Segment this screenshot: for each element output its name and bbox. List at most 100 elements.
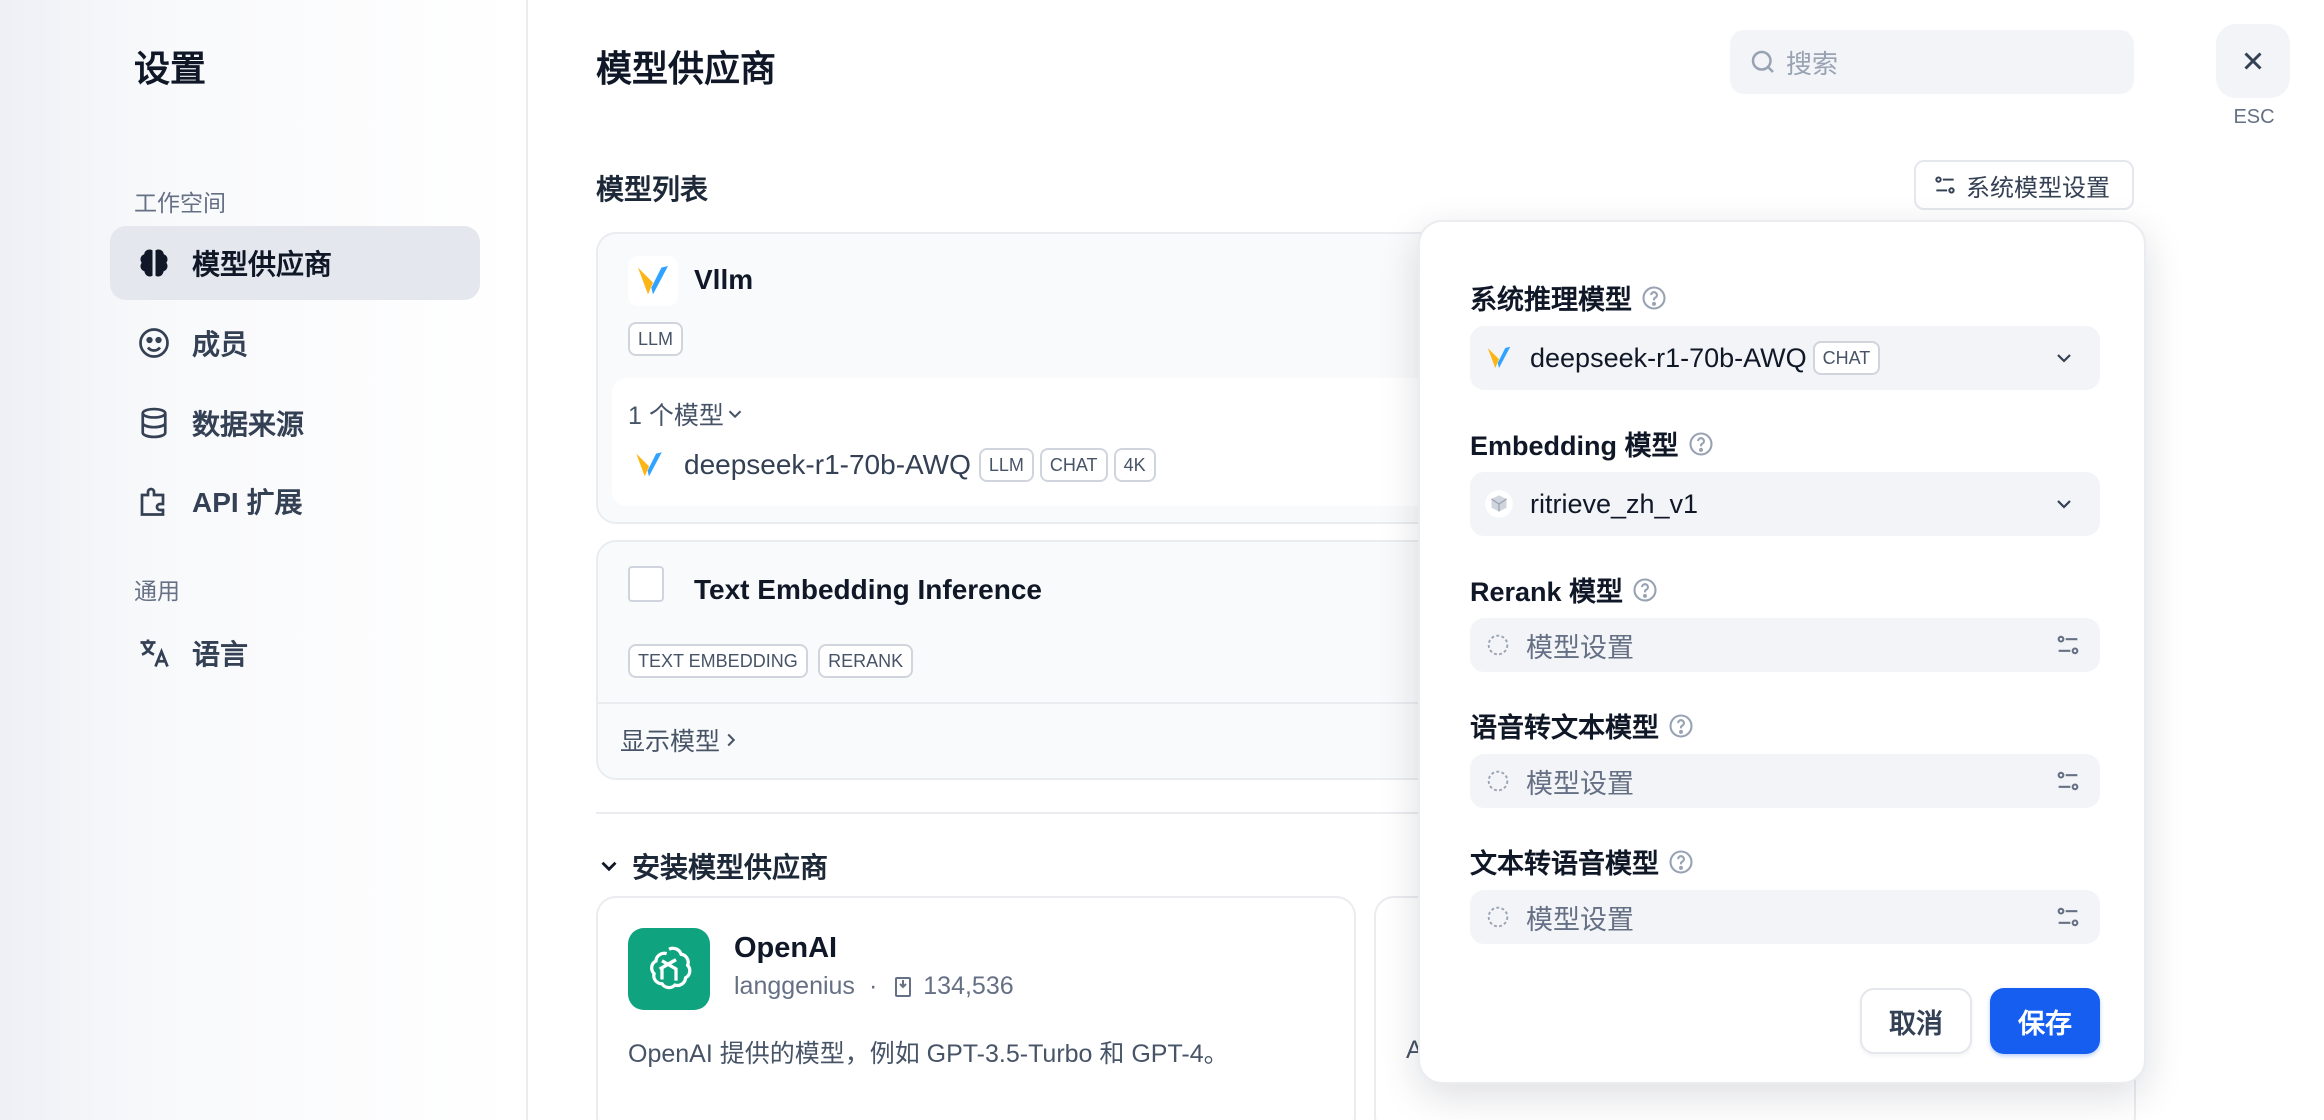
settings-sliders-icon bbox=[1935, 176, 1955, 194]
field-label-reasoning: 系统推理模型 bbox=[1470, 278, 1668, 317]
system-model-settings-button[interactable]: 系统模型设置 bbox=[1914, 160, 2134, 210]
puzzle-icon bbox=[140, 487, 165, 516]
field-label-text: Rerank 模型 bbox=[1470, 577, 1624, 607]
reasoning-model-select[interactable]: deepseek-r1-70b-AWQ CHAT bbox=[1470, 326, 2100, 390]
select-placeholder: 模型设置 bbox=[1526, 632, 1634, 663]
vllm-logo-icon bbox=[636, 452, 662, 477]
install-card-meta: langgenius · 134,536 bbox=[734, 972, 1014, 1001]
chevron-down-icon bbox=[2057, 500, 2071, 509]
members-icon bbox=[139, 328, 169, 358]
dashed-circle-icon bbox=[1487, 770, 1509, 792]
settings-sliders-icon bbox=[2057, 635, 2079, 655]
install-card-name: OpenAI bbox=[734, 932, 838, 964]
close-icon bbox=[2244, 52, 2262, 70]
vllm-logo-icon bbox=[628, 256, 678, 306]
sidebar-item-label: API 扩展 bbox=[192, 487, 303, 518]
chevron-down-icon bbox=[2057, 354, 2071, 363]
settings-sliders-icon bbox=[2057, 771, 2079, 791]
download-icon bbox=[895, 976, 912, 997]
help-icon[interactable] bbox=[1687, 430, 1715, 458]
help-icon[interactable] bbox=[1667, 848, 1695, 876]
chevron-down-icon bbox=[728, 410, 742, 419]
sidebar-item-data-source[interactable]: 数据来源 bbox=[110, 386, 480, 460]
install-section-toggle[interactable]: 安装模型供应商 bbox=[596, 846, 828, 886]
help-icon[interactable] bbox=[1640, 284, 1668, 312]
page-title: 模型供应商 bbox=[596, 48, 777, 89]
broken-image-icon bbox=[628, 566, 664, 602]
field-label-text-to-speech: 文本转语音模型 bbox=[1470, 842, 1695, 881]
provider-name: Text Embedding Inference bbox=[694, 574, 1042, 605]
tag-llm: LLM bbox=[628, 322, 684, 356]
settings-sidebar: 设置 工作空间 模型供应商 成员 数据来源 API 扩展 通用 语言 bbox=[0, 0, 528, 1120]
model-count-label: 1 个模型 bbox=[628, 402, 724, 430]
search-placeholder: 搜索 bbox=[1786, 48, 1839, 79]
dashed-circle-icon bbox=[1487, 906, 1509, 928]
install-card-installs: 134,536 bbox=[923, 972, 1014, 1000]
rerank-model-select[interactable]: 模型设置 bbox=[1470, 618, 2100, 672]
speech-to-text-model-select[interactable]: 模型设置 bbox=[1470, 754, 2100, 808]
cancel-button[interactable]: 取消 bbox=[1860, 988, 1972, 1054]
tag-chat: CHAT bbox=[1039, 448, 1108, 482]
tag-text-embedding: TEXT EMBEDDING bbox=[628, 644, 808, 678]
sidebar-item-model-provider[interactable]: 模型供应商 bbox=[110, 226, 480, 300]
install-card-description: OpenAI 提供的模型，例如 GPT-3.5-Turbo 和 GPT-4。 bbox=[628, 1040, 1229, 1068]
show-models-button[interactable]: 显示模型 bbox=[620, 722, 742, 758]
database-icon bbox=[141, 407, 167, 439]
sidebar-item-language[interactable]: 语言 bbox=[110, 616, 480, 690]
selected-model-name: deepseek-r1-70b-AWQ bbox=[1530, 342, 1807, 373]
show-models-label: 显示模型 bbox=[620, 728, 721, 756]
dashed-circle-icon bbox=[1487, 634, 1509, 656]
provider-install-card-openai[interactable] bbox=[596, 896, 1356, 1120]
selected-model-name: ritrieve_zh_v1 bbox=[1530, 488, 1699, 519]
model-count-toggle[interactable]: 1 个模型 bbox=[628, 396, 746, 432]
model-row: deepseek-r1-70b-AWQ LLM CHAT 4K bbox=[632, 448, 1162, 482]
tag-context: 4K bbox=[1113, 448, 1156, 482]
search-input[interactable]: 搜索 bbox=[1730, 30, 2134, 94]
sidebar-item-members[interactable]: 成员 bbox=[110, 306, 480, 380]
field-label-embedding: Embedding 模型 bbox=[1470, 424, 1715, 463]
install-title: 安装模型供应商 bbox=[632, 852, 829, 883]
sidebar-title: 设置 bbox=[134, 48, 207, 89]
field-label-text: 语音转文本模型 bbox=[1470, 713, 1659, 743]
field-label-text: 系统推理模型 bbox=[1470, 285, 1632, 315]
field-label-speech-to-text: 语音转文本模型 bbox=[1470, 706, 1695, 745]
settings-sliders-icon bbox=[2057, 907, 2079, 927]
provider-name: Vllm bbox=[694, 264, 754, 295]
brain-icon bbox=[140, 249, 168, 277]
cube-icon bbox=[1485, 490, 1513, 518]
translate-icon bbox=[140, 639, 169, 668]
select-placeholder: 模型设置 bbox=[1526, 904, 1634, 935]
chevron-right-icon bbox=[727, 733, 736, 747]
tag-rerank: RERANK bbox=[818, 644, 914, 678]
close-button[interactable] bbox=[2216, 24, 2290, 98]
model-name: deepseek-r1-70b-AWQ bbox=[684, 449, 971, 480]
openai-logo-icon bbox=[628, 928, 710, 1010]
search-icon bbox=[1751, 50, 1774, 73]
select-placeholder: 模型设置 bbox=[1526, 768, 1634, 799]
system-model-settings-panel: 系统推理模型 deepseek-r1-70b-AWQ CHAT Embeddin… bbox=[1418, 220, 2146, 1084]
section-label-general: 通用 bbox=[134, 578, 180, 604]
model-list-title: 模型列表 bbox=[596, 174, 709, 205]
field-label-text: Embedding 模型 bbox=[1470, 431, 1679, 461]
vllm-logo-icon bbox=[1487, 346, 1511, 368]
field-label-text: 文本转语音模型 bbox=[1470, 849, 1659, 879]
text-to-speech-model-select[interactable]: 模型设置 bbox=[1470, 890, 2100, 944]
help-icon[interactable] bbox=[1631, 576, 1659, 604]
field-label-rerank: Rerank 模型 bbox=[1470, 570, 1659, 609]
provider-tags: TEXT EMBEDDING RERANK bbox=[628, 644, 919, 678]
tag-llm: LLM bbox=[978, 448, 1034, 482]
provider-tags: LLM bbox=[628, 322, 689, 356]
embedding-model-select[interactable]: ritrieve_zh_v1 bbox=[1470, 472, 2100, 536]
sidebar-item-label: 模型供应商 bbox=[192, 249, 333, 280]
save-button[interactable]: 保存 bbox=[1990, 988, 2100, 1054]
sidebar-item-label: 数据来源 bbox=[192, 409, 305, 440]
sidebar-item-label: 语言 bbox=[192, 639, 249, 670]
esc-label: ESC bbox=[2233, 106, 2275, 128]
help-icon[interactable] bbox=[1667, 712, 1695, 740]
sidebar-item-api-extension[interactable]: API 扩展 bbox=[110, 464, 480, 538]
tag-chat: CHAT bbox=[1812, 341, 1881, 375]
chevron-down-icon bbox=[601, 861, 617, 872]
sidebar-item-label: 成员 bbox=[192, 329, 249, 360]
install-card-author: langgenius bbox=[734, 972, 855, 1000]
section-label-workspace: 工作空间 bbox=[134, 190, 226, 216]
